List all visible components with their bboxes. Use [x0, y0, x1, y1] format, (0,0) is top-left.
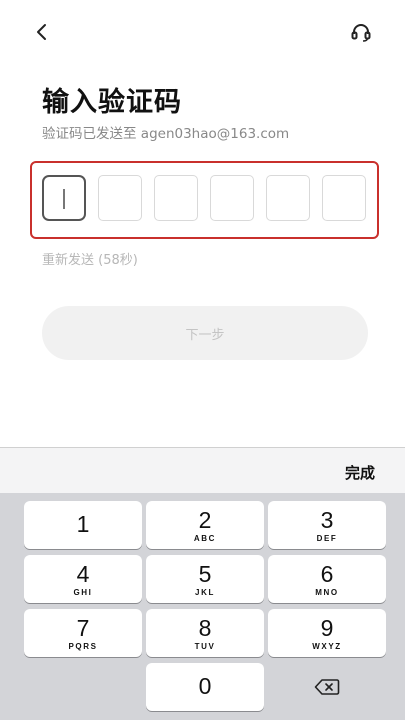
code-digit-box[interactable] [210, 175, 254, 221]
customer-support-button[interactable] [347, 18, 375, 46]
key-3[interactable]: 3 DEF [268, 501, 386, 549]
key-6[interactable]: 6 MNO [268, 555, 386, 603]
key-9[interactable]: 9 WXYZ [268, 609, 386, 657]
verification-code-input[interactable] [42, 175, 366, 221]
key-8[interactable]: 8 TUV [146, 609, 264, 657]
delete-key[interactable] [268, 663, 386, 711]
code-digit-box[interactable] [98, 175, 142, 221]
done-button[interactable]: 完成 [345, 462, 375, 483]
key-4[interactable]: 4 GHI [24, 555, 142, 603]
key-1[interactable]: 1 [24, 501, 142, 549]
code-digit-box[interactable] [266, 175, 310, 221]
back-button[interactable] [28, 18, 56, 46]
key-0[interactable]: 0 [146, 663, 264, 711]
numeric-keyboard: 完成 1 2 ABC 3 DEF 4 GHI 5 JKL 6 MNO 7 PQR… [0, 447, 405, 720]
chevron-left-icon [37, 24, 46, 40]
code-digit-box[interactable] [154, 175, 198, 221]
top-bar [0, 0, 405, 64]
key-7[interactable]: 7 PQRS [24, 609, 142, 657]
code-digit-box[interactable] [42, 175, 86, 221]
key-2[interactable]: 2 ABC [146, 501, 264, 549]
page-title: 输入验证码 [42, 87, 182, 118]
text-caret [63, 189, 65, 209]
headset-icon [351, 24, 371, 42]
keyboard-toolbar: 完成 [0, 447, 405, 493]
sent-to-email-text: 验证码已发送至 agen03hao@163.com [42, 126, 290, 142]
key-5[interactable]: 5 JKL [146, 555, 264, 603]
backspace-icon [314, 679, 340, 695]
code-digit-box[interactable] [322, 175, 366, 221]
next-step-button[interactable]: 下一步 [42, 306, 368, 360]
verification-code-highlight [30, 161, 379, 239]
resend-countdown: 重新发送 (58秒) [42, 253, 138, 268]
